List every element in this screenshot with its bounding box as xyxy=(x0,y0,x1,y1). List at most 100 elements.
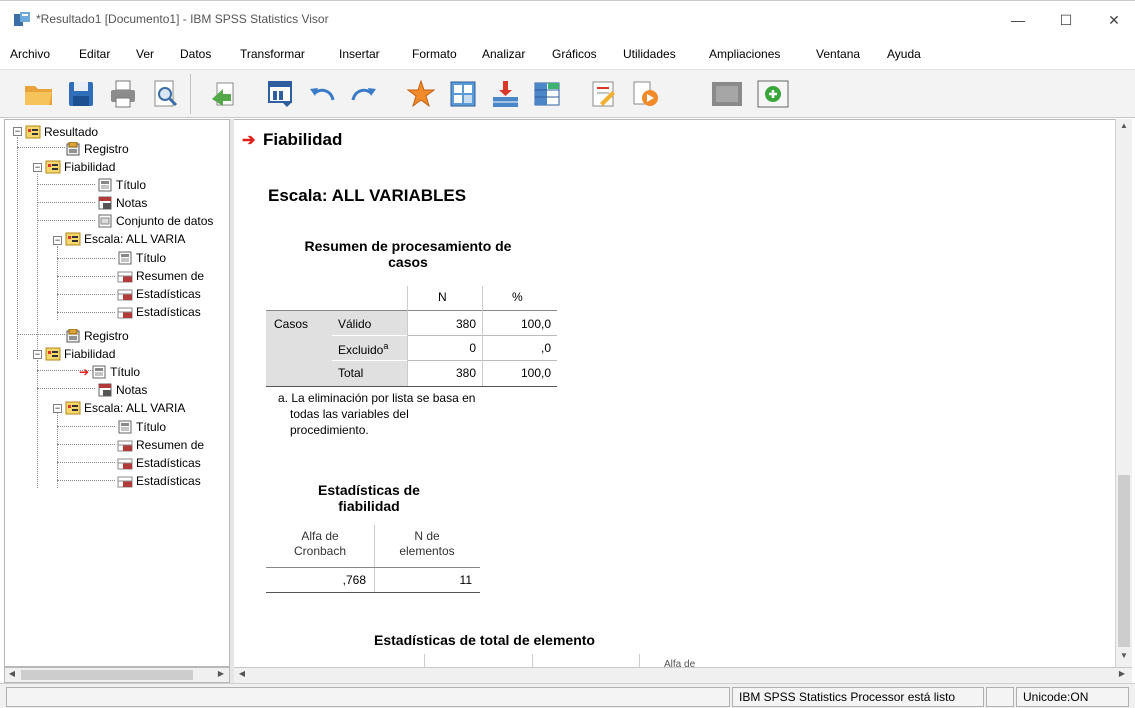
case-summary-title[interactable]: Resumen de procesamiento de casos xyxy=(278,238,538,270)
outline-node-fiabilidad-1[interactable]: Fiabilidad xyxy=(45,158,115,176)
scroll-left-icon[interactable]: ◀ xyxy=(236,669,248,681)
outline-node-fiabilidad-2[interactable]: Fiabilidad xyxy=(45,345,115,363)
print-icon[interactable] xyxy=(104,76,142,112)
output-group-icon xyxy=(65,401,81,415)
menu-graficos[interactable]: Gráficos xyxy=(552,47,597,61)
goto-data-icon[interactable] xyxy=(261,76,299,112)
current-item-arrow-icon: ➔ xyxy=(242,132,256,149)
status-bar: IBM SPSS Statistics Processor está listo… xyxy=(0,683,1135,708)
row-label-valido: Válido xyxy=(338,317,372,331)
collapse-toggle-fiabilidad-2[interactable]: − xyxy=(33,350,42,359)
insert-cases-icon[interactable] xyxy=(486,76,524,112)
maximize-icon: ☐ xyxy=(1059,11,1073,28)
collapse-toggle-fiabilidad-1[interactable]: − xyxy=(33,163,42,172)
outline-node-notas-1[interactable]: Notas xyxy=(97,194,147,212)
procedure-title[interactable]: Fiabilidad xyxy=(263,130,342,150)
pivot-table-icon xyxy=(117,307,133,319)
content-horizontal-scrollbar[interactable]: ◀ ▶ xyxy=(234,667,1132,683)
collapse-icon[interactable] xyxy=(708,76,746,112)
outline-node-escala-2[interactable]: Escala: ALL VARIA xyxy=(65,399,185,417)
scroll-right-icon[interactable]: ▶ xyxy=(1116,669,1128,681)
outline-node-titulo-3[interactable]: ➔ Título xyxy=(79,363,140,381)
outline-node-registro-1[interactable]: Registro xyxy=(65,140,129,158)
undo-icon[interactable] xyxy=(303,76,341,112)
menu-ventana[interactable]: Ventana xyxy=(816,47,860,61)
reliability-title[interactable]: Estadísticas de fiabilidad xyxy=(284,482,454,514)
close-icon: ✕ xyxy=(1108,11,1120,28)
outline-pane[interactable]: − − − − − Resultado Registro Fiabilidad … xyxy=(4,119,230,667)
outline-node-titulo-4[interactable]: Título xyxy=(117,418,166,436)
collapse-toggle-resultado[interactable]: − xyxy=(13,127,22,136)
cell-valido-n: 380 xyxy=(455,317,476,331)
cell-excluido-pct: ,0 xyxy=(540,341,551,355)
designate-window-icon[interactable] xyxy=(584,76,622,112)
output-content-pane[interactable]: ➔ Fiabilidad Escala: ALL VARIABLES Resum… xyxy=(234,119,1115,667)
scroll-up-icon[interactable]: ▲ xyxy=(1118,121,1130,133)
goto-case-icon[interactable] xyxy=(402,76,440,112)
item-total-title[interactable]: Estadísticas de total de elemento xyxy=(374,632,595,648)
menu-editar[interactable]: Editar xyxy=(79,47,110,61)
notes-icon xyxy=(98,196,112,210)
outline-node-escala-1[interactable]: Escala: ALL VARIA xyxy=(65,230,185,248)
outline-node-notas-2[interactable]: Notas xyxy=(97,381,147,399)
outline-node-resumen-1[interactable]: Resumen de xyxy=(117,267,204,285)
scroll-down-icon[interactable]: ▼ xyxy=(1118,651,1130,663)
menu-formato[interactable]: Formato xyxy=(412,47,457,61)
export-icon[interactable] xyxy=(205,76,243,112)
pivot-table-icon xyxy=(117,271,133,283)
collapse-toggle-escala-1[interactable]: − xyxy=(53,236,62,245)
menu-utilidades[interactable]: Utilidades xyxy=(623,47,676,61)
tree-line xyxy=(57,480,115,481)
open-icon[interactable] xyxy=(20,76,58,112)
tree-line xyxy=(37,220,95,221)
print-preview-icon[interactable] xyxy=(146,76,184,112)
outline-node-conjunto-datos[interactable]: Conjunto de datos xyxy=(97,212,213,230)
pivot-table-icon xyxy=(117,458,133,470)
goto-variable-icon[interactable] xyxy=(444,76,482,112)
content-vertical-scrollbar[interactable]: ▲ ▼ xyxy=(1115,119,1132,667)
menu-insertar[interactable]: Insertar xyxy=(339,47,380,61)
outline-horizontal-scrollbar[interactable]: ◀ ▶ xyxy=(4,667,230,683)
outline-node-titulo-2[interactable]: Título xyxy=(117,249,166,267)
pivot-table-icon xyxy=(117,476,133,488)
cell-n-elementos-value: 11 xyxy=(459,573,472,587)
collapse-toggle-escala-2[interactable]: − xyxy=(53,404,62,413)
expand-icon[interactable] xyxy=(754,76,792,112)
close-button[interactable]: ✕ xyxy=(1091,7,1135,33)
window-title: *Resultado1 [Documento1] - IBM SPSS Stat… xyxy=(36,12,329,26)
split-icon[interactable] xyxy=(528,76,566,112)
outline-node-estadisticas-3[interactable]: Estadísticas xyxy=(117,454,201,472)
outline-node-registro-2[interactable]: Registro xyxy=(65,327,129,345)
menu-ampliaciones[interactable]: Ampliaciones xyxy=(709,47,780,61)
tree-line xyxy=(57,426,115,427)
output-group-icon xyxy=(65,232,81,246)
cell-alfa-value: ,768 xyxy=(342,573,366,587)
redo-icon[interactable] xyxy=(345,76,383,112)
scroll-left-icon[interactable]: ◀ xyxy=(6,669,18,681)
table-rule xyxy=(532,654,533,667)
menu-archivo[interactable]: Archivo xyxy=(10,47,50,61)
minimize-button[interactable]: — xyxy=(995,7,1041,33)
run-script-icon[interactable] xyxy=(626,76,664,112)
tree-line xyxy=(57,258,115,259)
outline-node-resumen-2[interactable]: Resumen de xyxy=(117,436,204,454)
outline-node-estadisticas-1[interactable]: Estadísticas xyxy=(117,285,201,303)
outline-node-estadisticas-4[interactable]: Estadísticas xyxy=(117,472,201,490)
save-icon[interactable] xyxy=(62,76,100,112)
menu-datos[interactable]: Datos xyxy=(180,47,211,61)
table-rule xyxy=(266,310,557,311)
outline-node-resultado[interactable]: Resultado xyxy=(25,123,98,141)
menu-ver[interactable]: Ver xyxy=(136,47,154,61)
item-total-partial-header: Alfa de xyxy=(664,659,696,667)
menu-analizar[interactable]: Analizar xyxy=(482,47,525,61)
scale-title[interactable]: Escala: ALL VARIABLES xyxy=(268,186,466,206)
maximize-button[interactable]: ☐ xyxy=(1043,7,1089,33)
menu-ayuda[interactable]: Ayuda xyxy=(887,47,921,61)
content-scroll-thumb[interactable] xyxy=(1118,475,1130,647)
outline-node-estadisticas-2[interactable]: Estadísticas xyxy=(117,303,201,321)
notes-icon xyxy=(98,383,112,397)
outline-scroll-thumb[interactable] xyxy=(21,670,193,680)
scroll-right-icon[interactable]: ▶ xyxy=(215,669,227,681)
menu-transformar[interactable]: Transformar xyxy=(240,47,305,61)
outline-node-titulo-1[interactable]: Título xyxy=(97,176,146,194)
